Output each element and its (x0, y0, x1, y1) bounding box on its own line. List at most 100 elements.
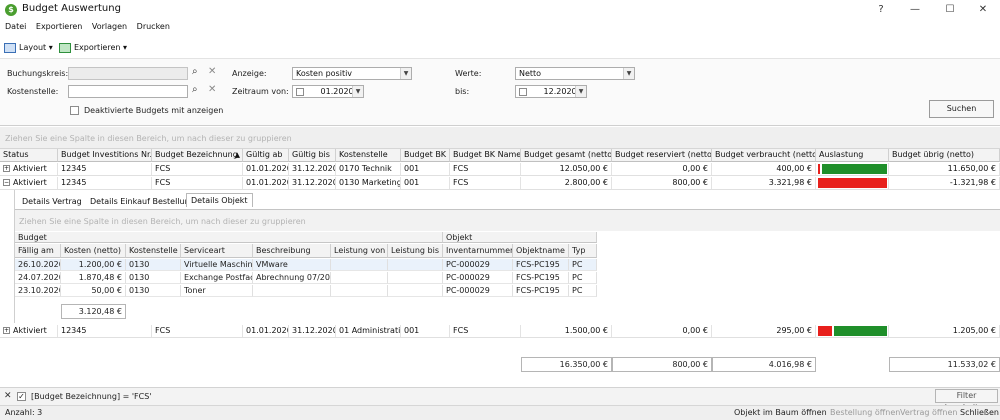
maximize-button[interactable]: ☐ (937, 2, 963, 18)
dcell-serviceart[interactable]: Toner (181, 285, 253, 297)
expand-row-icon[interactable]: − (3, 179, 10, 186)
dcol-header-kostenstelle[interactable]: Kostenstelle (126, 244, 181, 258)
cell-gesamt[interactable]: 2.800,00 € (521, 177, 612, 189)
kostenstelle-input[interactable] (68, 85, 188, 98)
binoculars-icon[interactable]: ⌕ (192, 66, 198, 77)
cell-verbraucht[interactable]: 295,00 € (712, 325, 816, 337)
werte-select[interactable]: Netto ▼ (515, 67, 635, 80)
dcol-header-beschreibung[interactable]: Beschreibung (253, 244, 331, 258)
detail-group-panel[interactable]: Ziehen Sie eine Spalte in diesen Bereich… (15, 209, 1000, 231)
dcol-header-serviceart[interactable]: Serviceart (181, 244, 253, 258)
cell-ab[interactable]: 01.01.2020 (243, 163, 289, 175)
clear-icon[interactable]: ✕ (208, 84, 216, 95)
buchungskreis-input[interactable] (68, 67, 188, 80)
menu-exportieren[interactable]: Exportieren (36, 22, 82, 31)
cell-bkname[interactable]: FCS (450, 177, 521, 189)
cell-bez[interactable]: FCS (152, 163, 243, 175)
cell-ab[interactable]: 01.01.2020 (243, 325, 289, 337)
dcell-typ[interactable]: PC (569, 259, 597, 271)
cell-auslastung[interactable] (816, 177, 889, 189)
cell-bis[interactable]: 31.12.2020 (289, 163, 336, 175)
menu-vorlagen[interactable]: Vorlagen (92, 22, 127, 31)
dcell-kosten[interactable]: 1.870,48 € (61, 272, 126, 284)
dcell-inventar[interactable]: PC-000029 (443, 285, 513, 297)
layout-button[interactable]: Layout ▾ (4, 41, 53, 55)
dcol-header-leistung-von[interactable]: Leistung von (331, 244, 388, 258)
col-header-verbraucht[interactable]: Budget verbraucht (netto) (712, 149, 816, 162)
cell-inv[interactable]: 12345 (58, 163, 152, 175)
cell-bkname[interactable]: FCS (450, 163, 521, 175)
cell-status[interactable]: − Aktiviert (0, 177, 58, 189)
cell-reserviert[interactable]: 0,00 € (612, 325, 712, 337)
dcell-inventar[interactable]: PC-000029 (443, 272, 513, 284)
export-button[interactable]: Exportieren ▾ (59, 41, 127, 55)
dcell-bis[interactable] (388, 272, 443, 284)
cell-reserviert[interactable]: 0,00 € (612, 163, 712, 175)
col-header-bezeichnung[interactable]: Budget Bezeichnung ▲ (152, 149, 243, 162)
col-header-kostenstelle[interactable]: Kostenstelle (336, 149, 401, 162)
expand-row-icon[interactable]: + (3, 327, 10, 334)
zeitraum-von-checkbox[interactable] (296, 87, 304, 96)
cell-gesamt[interactable]: 12.050,00 € (521, 163, 612, 175)
dcell-von[interactable] (331, 285, 388, 297)
dcol-header-objektname[interactable]: Objektname (513, 244, 569, 258)
dcell-kosten[interactable]: 50,00 € (61, 285, 126, 297)
dcell-von[interactable] (331, 272, 388, 284)
cell-kst[interactable]: 0170 Technik (336, 163, 401, 175)
dcell-faellig[interactable]: 26.10.2020 (15, 259, 61, 271)
help-button[interactable]: ? (868, 2, 894, 18)
cell-gesamt[interactable]: 1.500,00 € (521, 325, 612, 337)
dcell-objekt[interactable]: FCS-PC195 (513, 272, 569, 284)
cell-ab[interactable]: 01.01.2020 (243, 177, 289, 189)
close-window-button[interactable]: Schließen (960, 408, 999, 417)
dcell-serviceart[interactable]: Virtuelle Maschine (181, 259, 253, 271)
cell-bkname[interactable]: FCS (450, 325, 521, 337)
open-order-button[interactable]: Bestellung öffnen (830, 408, 900, 417)
cell-reserviert[interactable]: 800,00 € (612, 177, 712, 189)
chevron-down-icon[interactable]: ▼ (575, 86, 586, 97)
clear-filter-icon[interactable]: ✕ (4, 391, 12, 401)
dcell-kst[interactable]: 0130 (126, 285, 181, 297)
col-header-status[interactable]: Status (0, 149, 58, 162)
cell-uebrig[interactable]: 11.650,00 € (889, 163, 1000, 175)
cell-auslastung[interactable] (816, 325, 889, 337)
filter-expression[interactable]: [Budget Bezeichnung] = 'FCS' (31, 392, 152, 401)
dcell-faellig[interactable]: 23.10.2020 (15, 285, 61, 297)
binoculars-icon[interactable]: ⌕ (192, 84, 198, 95)
col-header-gueltig-ab[interactable]: Gültig ab (243, 149, 289, 162)
dcol-header-kosten[interactable]: Kosten (netto) (61, 244, 126, 258)
clear-icon[interactable]: ✕ (208, 66, 216, 77)
cell-bk[interactable]: 001 (401, 177, 450, 189)
dcell-kst[interactable]: 0130 (126, 272, 181, 284)
cell-status[interactable]: + Aktiviert (0, 325, 58, 337)
cell-verbraucht[interactable]: 3.321,98 € (712, 177, 816, 189)
cell-inv[interactable]: 12345 (58, 325, 152, 337)
bis-input[interactable]: 12.2020 ▼ (515, 85, 587, 98)
col-header-uebrig[interactable]: Budget übrig (netto) (889, 149, 1000, 162)
cell-uebrig[interactable]: 1.205,00 € (889, 325, 1000, 337)
minimize-button[interactable]: — (902, 2, 928, 18)
bis-checkbox[interactable] (519, 87, 527, 96)
col-header-auslastung[interactable]: Auslastung (816, 149, 889, 162)
cell-bk[interactable]: 001 (401, 163, 450, 175)
dcell-typ[interactable]: PC (569, 272, 597, 284)
anzeige-select[interactable]: Kosten positiv ▼ (292, 67, 412, 80)
dcell-von[interactable] (331, 259, 388, 271)
dcol-header-leistung-bis[interactable]: Leistung bis (388, 244, 443, 258)
dcell-inventar[interactable]: PC-000029 (443, 259, 513, 271)
dcell-kosten[interactable]: 1.200,00 € (61, 259, 126, 271)
cell-uebrig[interactable]: -1.321,98 € (889, 177, 1000, 189)
cell-kst[interactable]: 0130 Marketing (336, 177, 401, 189)
expand-row-icon[interactable]: + (3, 165, 10, 172)
cell-bez[interactable]: FCS (152, 325, 243, 337)
chevron-down-icon[interactable]: ▼ (400, 68, 411, 79)
dcell-objekt[interactable]: FCS-PC195 (513, 285, 569, 297)
cell-bis[interactable]: 31.12.2020 (289, 177, 336, 189)
tab-details-vertrag[interactable]: Details Vertrag (18, 195, 86, 209)
cell-verbraucht[interactable]: 400,00 € (712, 163, 816, 175)
col-header-bk-name[interactable]: Budget BK Name (450, 149, 521, 162)
cell-bk[interactable]: 001 (401, 325, 450, 337)
close-button[interactable]: ✕ (970, 2, 996, 18)
menu-drucken[interactable]: Drucken (137, 22, 170, 31)
dcell-kst[interactable]: 0130 (126, 259, 181, 271)
